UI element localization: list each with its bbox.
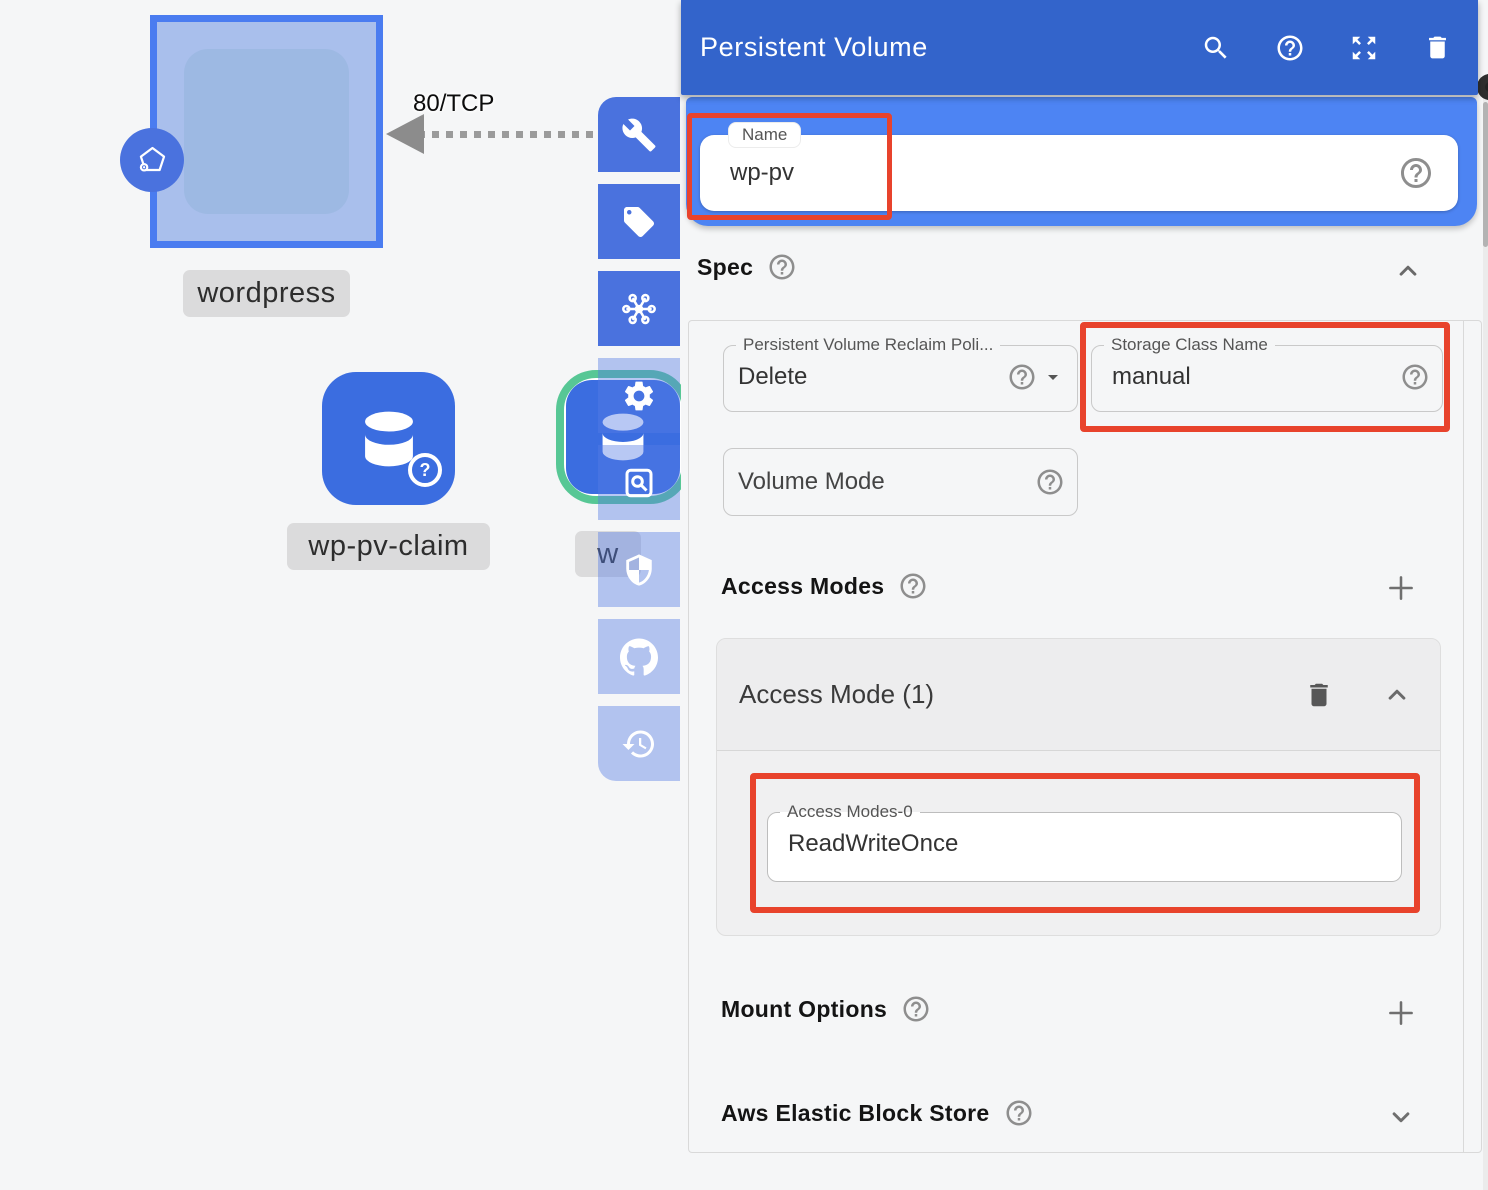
access-modes-0-value: ReadWriteOnce [788, 830, 1389, 858]
panel-scroll-strip[interactable] [1463, 321, 1481, 1152]
spec-form-container: Persistent Volume Reclaim Poli... Delete… [688, 320, 1482, 1153]
aws-ebs-title: Aws Elastic Block Store [721, 1100, 990, 1127]
hub-icon [620, 290, 658, 328]
access-mode-card: Access Mode (1) Access Modes-0 ReadWrite… [716, 638, 1441, 936]
expand-aws-ebs-chevron-down-icon[interactable] [1386, 1102, 1416, 1132]
gear-icon [621, 378, 657, 414]
node-wordpress-inner [184, 49, 349, 214]
name-field-label: Name [728, 122, 801, 148]
node-wp-pv-claim[interactable]: ? [322, 372, 455, 505]
volume-mode-label: Volume Mode [738, 468, 1035, 496]
panel-header: Persistent Volume [681, 0, 1478, 95]
editor-toolbar [598, 97, 680, 793]
node-wordpress[interactable] [150, 15, 383, 248]
persistent-volume-panel: Persistent Volume Name wp-pv Spec Per [681, 0, 1488, 1190]
panel-title: Persistent Volume [700, 32, 928, 63]
collapse-access-mode-chevron-up-icon[interactable] [1382, 680, 1412, 710]
help-icon[interactable] [1007, 362, 1037, 392]
storage-class-value: manual [1112, 363, 1400, 391]
spec-collapse-chevron-up-icon[interactable] [1393, 256, 1423, 286]
storage-class-label: Storage Class Name [1104, 335, 1275, 355]
access-modes-0-label: Access Modes-0 [780, 802, 920, 822]
reclaim-policy-value: Delete [738, 363, 1007, 391]
help-icon[interactable] [1275, 33, 1305, 63]
dropdown-caret-icon[interactable] [1041, 365, 1065, 389]
help-icon[interactable] [1400, 362, 1430, 392]
help-icon[interactable] [1004, 1098, 1034, 1128]
volume-mode-input[interactable]: Volume Mode [723, 448, 1078, 516]
expand-icon[interactable] [1349, 33, 1379, 63]
aws-ebs-section-header: Aws Elastic Block Store [721, 1098, 1034, 1128]
toolbar-settings-button[interactable] [598, 358, 680, 433]
edge-label: 80/TCP [413, 90, 494, 118]
toolbar-search-doc-button[interactable] [598, 445, 680, 520]
access-modes-0-input[interactable]: Access Modes-0 ReadWriteOnce [767, 802, 1402, 882]
node-label-wp-pv-claim: wp-pv-claim [287, 523, 490, 570]
canvas-control-knob [1477, 74, 1488, 100]
edge-80-tcp[interactable] [418, 131, 600, 138]
access-mode-card-title: Access Mode (1) [739, 679, 934, 710]
toolbar-wrench-button[interactable] [598, 97, 680, 172]
toolbar-security-button[interactable] [598, 532, 680, 607]
access-modes-title: Access Modes [721, 573, 884, 600]
panel-header-actions [1201, 33, 1452, 63]
reclaim-policy-select[interactable]: Persistent Volume Reclaim Poli... Delete [723, 335, 1078, 412]
add-mount-option-button[interactable] [1384, 996, 1418, 1030]
help-icon[interactable] [898, 571, 928, 601]
help-icon[interactable] [1035, 467, 1065, 497]
mount-options-title: Mount Options [721, 996, 887, 1023]
help-icon[interactable] [901, 994, 931, 1024]
document-search-icon [621, 465, 657, 501]
pod-pentagon-icon [120, 128, 184, 192]
mount-options-section-header: Mount Options [721, 994, 931, 1024]
toolbar-github-button[interactable] [598, 619, 680, 694]
tag-icon [621, 204, 657, 240]
wrench-icon [621, 117, 657, 153]
history-icon [621, 726, 657, 762]
toolbar-history-button[interactable] [598, 706, 680, 781]
scrollbar-thumb[interactable] [1483, 102, 1488, 247]
name-field-card: Name wp-pv [686, 97, 1477, 226]
trash-icon[interactable] [1423, 33, 1452, 62]
help-icon[interactable] [767, 252, 797, 282]
name-input[interactable]: Name wp-pv [700, 135, 1458, 211]
kubernetes-editor-screen: wordpress 80/TCP ? wp-pv-claim w [0, 0, 1488, 1190]
reclaim-policy-label: Persistent Volume Reclaim Poli... [736, 335, 1000, 355]
toolbar-hub-button[interactable] [598, 271, 680, 346]
help-icon[interactable] [1398, 155, 1434, 191]
shield-icon [622, 553, 656, 587]
add-access-mode-button[interactable] [1384, 571, 1418, 605]
question-badge-icon: ? [408, 453, 442, 487]
spec-title: Spec [697, 254, 753, 281]
storage-class-input[interactable]: Storage Class Name manual [1091, 335, 1443, 412]
delete-access-mode-icon[interactable] [1304, 680, 1334, 710]
toolbar-tag-button[interactable] [598, 184, 680, 259]
edge-arrowhead-icon [386, 114, 424, 154]
search-icon[interactable] [1201, 33, 1231, 63]
access-modes-section-header: Access Modes [721, 571, 928, 601]
name-field-value: wp-pv [730, 159, 794, 187]
access-mode-card-header[interactable]: Access Mode (1) [717, 639, 1440, 751]
node-label-wordpress: wordpress [183, 270, 350, 317]
spec-section-header: Spec [697, 252, 797, 282]
scrollbar-track[interactable] [1483, 97, 1488, 1190]
github-icon [620, 638, 658, 676]
